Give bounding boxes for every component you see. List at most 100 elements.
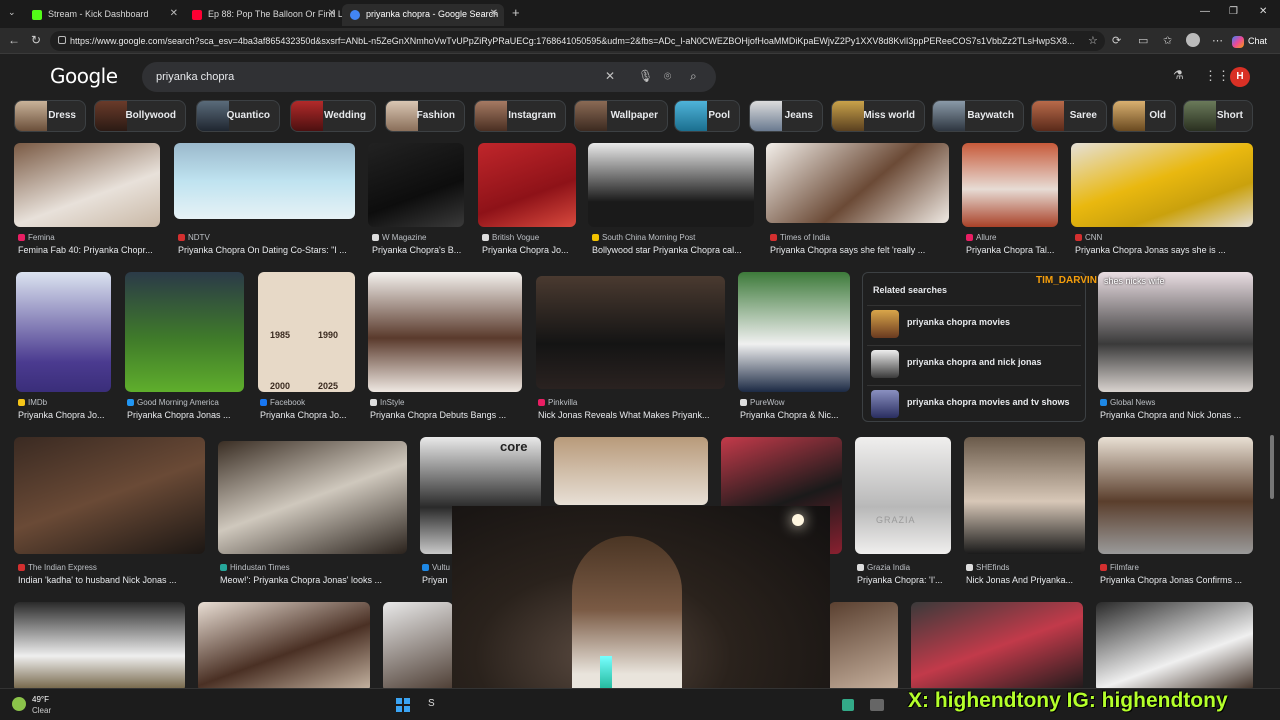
result-caption[interactable]: Priyanka Chopra Debuts Bangs ... xyxy=(370,410,522,420)
result-caption[interactable]: Bollywood star Priyanka Chopra cal... xyxy=(592,245,756,255)
chip-dress[interactable]: Dress xyxy=(14,100,86,132)
result-caption[interactable]: Indian 'kadha' to husband Nick Jonas ... xyxy=(18,575,206,585)
chip-pool[interactable]: Pool xyxy=(674,100,740,132)
taskbar-app-icon[interactable] xyxy=(870,699,884,711)
result-caption[interactable]: Priyanka Chopra Jo... xyxy=(260,410,356,420)
extensions-icon[interactable]: ⟳ xyxy=(1112,34,1121,47)
result-caption[interactable]: Priyanka Chopra Tal... xyxy=(966,245,1058,255)
result-image[interactable] xyxy=(14,143,160,227)
result-image[interactable] xyxy=(368,143,464,227)
chip-miss-world[interactable]: Miss world xyxy=(831,100,925,132)
result-caption[interactable]: Priyanka Chopra & Nic... xyxy=(740,410,850,420)
chip-wedding[interactable]: Wedding xyxy=(290,100,376,132)
result-image[interactable] xyxy=(964,437,1085,554)
tab-kick-dashboard[interactable]: Stream - Kick Dashboard ✕ xyxy=(24,4,184,26)
result-image[interactable] xyxy=(738,272,850,392)
result-caption[interactable]: Meow!': Priyanka Chopra Jonas' looks ... xyxy=(220,575,406,585)
result-image[interactable] xyxy=(16,272,111,392)
chip-wallpaper[interactable]: Wallpaper xyxy=(574,100,668,132)
chip-fashion[interactable]: Fashion xyxy=(385,100,465,132)
chip-instagram[interactable]: Instagram xyxy=(474,100,566,132)
result-caption[interactable]: Priyanka Chopra On Dating Co-Stars: "I .… xyxy=(178,245,358,255)
result-image[interactable] xyxy=(383,602,453,688)
url-field[interactable]: https://www.google.com/search?sca_esv=4b… xyxy=(50,31,1105,51)
result-image[interactable] xyxy=(174,143,355,219)
more-menu-icon[interactable]: ⋯ xyxy=(1212,34,1223,47)
result-image[interactable] xyxy=(1096,602,1253,688)
related-search-item[interactable]: priyanka chopra movies xyxy=(867,305,1081,341)
favorite-star-icon[interactable]: ☆ xyxy=(1088,34,1098,47)
chip-jeans[interactable]: Jeans xyxy=(749,100,823,132)
result-image[interactable] xyxy=(536,276,725,389)
weather-condition[interactable]: Clear xyxy=(32,706,51,715)
result-caption[interactable]: Priyanka Chopra Jo... xyxy=(18,410,112,420)
result-image[interactable] xyxy=(125,272,244,392)
close-tab-icon[interactable]: ✕ xyxy=(328,4,336,24)
favorites-icon[interactable]: ✩ xyxy=(1163,34,1172,47)
profile-icon[interactable] xyxy=(1186,33,1200,47)
chip-short[interactable]: Short xyxy=(1183,100,1253,132)
site-info-icon[interactable] xyxy=(58,36,66,44)
close-tab-icon[interactable]: ✕ xyxy=(490,4,498,24)
result-image[interactable] xyxy=(478,143,576,227)
result-caption[interactable]: Priyanka Chopra: 'I'... xyxy=(857,575,951,585)
refresh-icon[interactable]: ↻ xyxy=(31,33,41,47)
close-window-icon[interactable]: ✕ xyxy=(1259,6,1267,17)
taskbar-app-icon[interactable] xyxy=(842,699,854,711)
page-scrollbar[interactable] xyxy=(1270,435,1274,499)
related-search-item[interactable]: priyanka chopra movies and tv shows xyxy=(867,385,1081,421)
tab-actions-icon[interactable]: ⌄ xyxy=(8,7,16,18)
weather-temperature[interactable]: 49°F xyxy=(32,695,49,704)
result-image[interactable] xyxy=(218,441,407,554)
maximize-icon[interactable]: ❐ xyxy=(1229,6,1238,17)
result-caption[interactable]: Priyanka Chopra Jonas says she is ... xyxy=(1075,245,1253,255)
minimize-icon[interactable]: — xyxy=(1200,6,1210,17)
clear-search-icon[interactable]: ✕ xyxy=(605,69,615,83)
result-image[interactable] xyxy=(588,143,754,227)
result-caption[interactable]: Nick Jonas Reveals What Makes Priyank... xyxy=(538,410,724,420)
lens-icon[interactable]: ⌾ xyxy=(664,69,671,84)
result-image[interactable] xyxy=(368,272,522,392)
search-input[interactable] xyxy=(156,62,586,92)
account-avatar[interactable]: H xyxy=(1230,67,1250,87)
labs-flask-icon[interactable]: ⚗ xyxy=(1173,68,1184,82)
weather-icon[interactable] xyxy=(12,697,26,711)
result-image[interactable] xyxy=(766,143,949,223)
chip-saree[interactable]: Saree xyxy=(1031,100,1107,132)
chip-quantico[interactable]: Quantico xyxy=(196,100,280,132)
result-image[interactable] xyxy=(14,437,205,554)
result-caption[interactable]: Priyanka Chopra's B... xyxy=(372,245,470,255)
copilot-chat-button[interactable]: Chat xyxy=(1232,32,1276,50)
result-image[interactable] xyxy=(198,602,370,688)
chip-bollywood[interactable]: Bollywood xyxy=(94,100,186,132)
close-tab-icon[interactable]: ✕ xyxy=(170,4,178,24)
tab-youtube-episode[interactable]: Ep 88: Pop The Balloon Or Find Lo ✕ xyxy=(184,4,342,26)
result-caption[interactable]: Priyanka Chopra Jonas ... xyxy=(127,410,245,420)
result-image[interactable] xyxy=(14,602,185,688)
result-image[interactable] xyxy=(855,437,951,554)
chip-old[interactable]: Old xyxy=(1112,100,1176,132)
search-icon[interactable]: ⌕ xyxy=(690,69,697,84)
result-caption[interactable]: Femina Fab 40: Priyanka Chopr... xyxy=(18,245,160,255)
result-image[interactable] xyxy=(829,602,898,688)
windows-start-icon[interactable] xyxy=(396,698,410,712)
result-image[interactable] xyxy=(1098,437,1253,554)
result-image[interactable] xyxy=(1071,143,1253,227)
result-caption[interactable]: Nick Jonas And Priyanka... xyxy=(966,575,1086,585)
result-image[interactable] xyxy=(962,143,1058,227)
result-caption[interactable]: Priyanka Chopra Jo... xyxy=(482,245,580,255)
google-apps-icon[interactable]: ⋮⋮ xyxy=(1204,68,1230,84)
taskbar-search-icon[interactable]: S xyxy=(428,698,435,709)
chip-baywatch[interactable]: Baywatch xyxy=(932,100,1024,132)
result-caption[interactable]: Priyanka Chopra and Nick Jonas ... xyxy=(1100,410,1253,420)
result-image[interactable] xyxy=(554,437,708,505)
microphone-icon[interactable]: 🎙 xyxy=(638,69,653,83)
google-logo[interactable]: Google xyxy=(50,64,118,88)
result-caption[interactable]: Priyan xyxy=(422,575,452,585)
back-icon[interactable]: ← xyxy=(8,33,20,47)
split-screen-icon[interactable]: ▭ xyxy=(1138,34,1148,47)
result-caption[interactable]: Priyanka Chopra says she felt 'really ..… xyxy=(770,245,950,255)
result-image[interactable] xyxy=(911,602,1083,688)
related-search-item[interactable]: priyanka chopra and nick jonas xyxy=(867,345,1081,381)
tab-google-search[interactable]: priyanka chopra - Google Search ✕ xyxy=(342,4,504,26)
